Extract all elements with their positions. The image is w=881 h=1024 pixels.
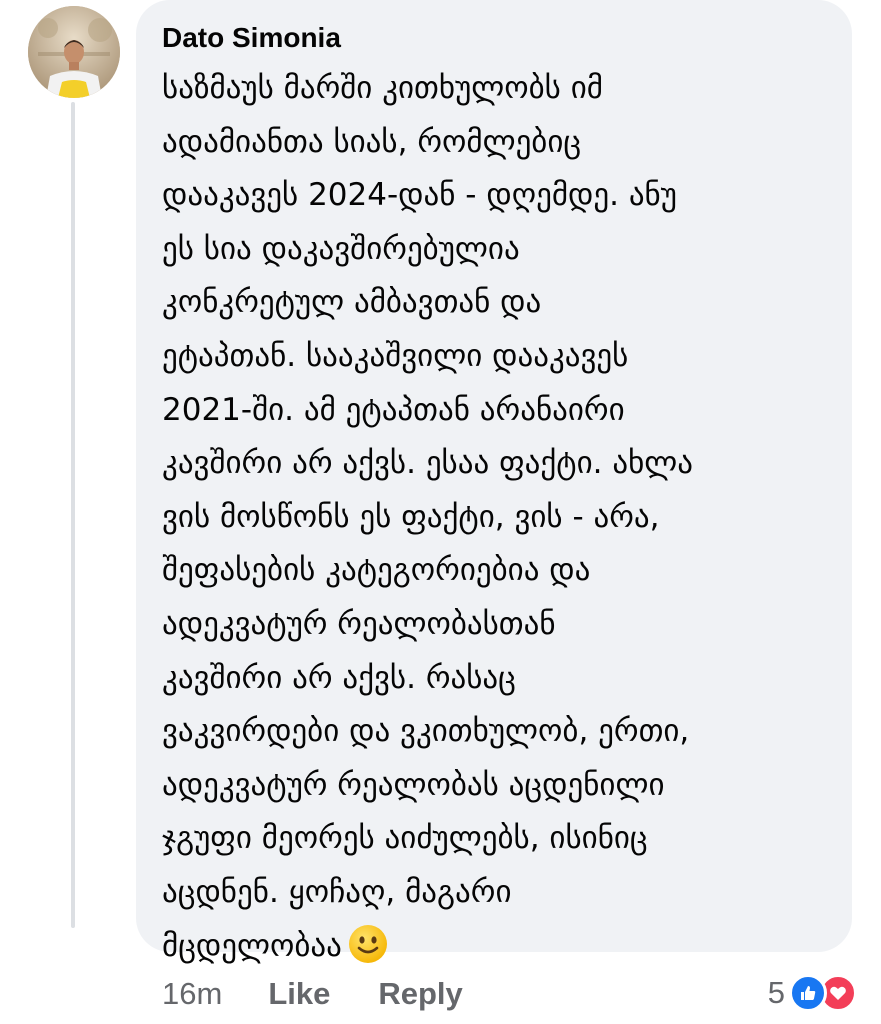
comment-line: აცდნენ. ყოჩაღ, მაგარი <box>162 873 512 910</box>
comment-line: ეს სია დაკავშირებულია <box>162 230 520 267</box>
reaction-count: 5 <box>767 975 785 1010</box>
comment-line: ადამიანთა სიას, რომლებიც <box>162 123 582 160</box>
comment-line: ვაკვირდები და ვკითხულობ, ერთი, <box>162 713 690 750</box>
comment-line: კავშირი არ აქვს. ესაა ფაქტი. ახლა <box>162 445 694 482</box>
comment-line: 2021-ში. ამ ეტაპთან არანაირი <box>162 391 625 428</box>
comment-timestamp[interactable]: 16m <box>162 976 222 1012</box>
thread-line <box>71 102 75 928</box>
reaction-summary[interactable]: 5 <box>768 970 857 1016</box>
like-reaction-icon <box>789 974 827 1012</box>
like-button[interactable]: Like <box>268 976 330 1012</box>
comment-line: ადეკვატურ რეალობას აცდენილი <box>162 766 665 803</box>
comment-line: დააკავეს 2024-დან - დღემდე. ანუ <box>162 177 677 214</box>
avatar-photo-icon <box>28 6 120 98</box>
comment-line: შეფასების კატეგორიებია და <box>162 552 591 589</box>
comment-line: ეტაპთან. სააკაშვილი დააკავეს <box>162 337 629 374</box>
comment-line: ვის მოსწონს ეს ფაქტი, ვის - არა, <box>162 498 660 535</box>
comment-footer: 16m Like Reply <box>162 972 511 1016</box>
comment-text: საზმაუს მარში კითხულობს იმ ადამიანთა სია… <box>162 62 826 981</box>
reply-button[interactable]: Reply <box>378 976 462 1012</box>
avatar[interactable] <box>28 6 120 98</box>
comment-line: კონკრეტულ ამბავთან და <box>162 284 542 321</box>
comment-line: საზმაუს მარში კითხულობს იმ <box>162 70 603 106</box>
comment-bubble: Dato Simonia საზმაუს მარში კითხულობს იმ … <box>136 0 852 964</box>
comment-line: ადეკვატურ რეალობასთან <box>162 605 556 642</box>
comment-line: ჯგუფი მეორეს აიძულებს, ისინიც <box>162 820 648 857</box>
comment-line-text: მცდელობაა <box>162 927 342 964</box>
comment-author[interactable]: Dato Simonia <box>162 18 826 58</box>
comment-line: კავშირი არ აქვს. რასაც <box>162 659 516 696</box>
comment-thread: Dato Simonia საზმაუს მარში კითხულობს იმ … <box>0 0 881 1024</box>
